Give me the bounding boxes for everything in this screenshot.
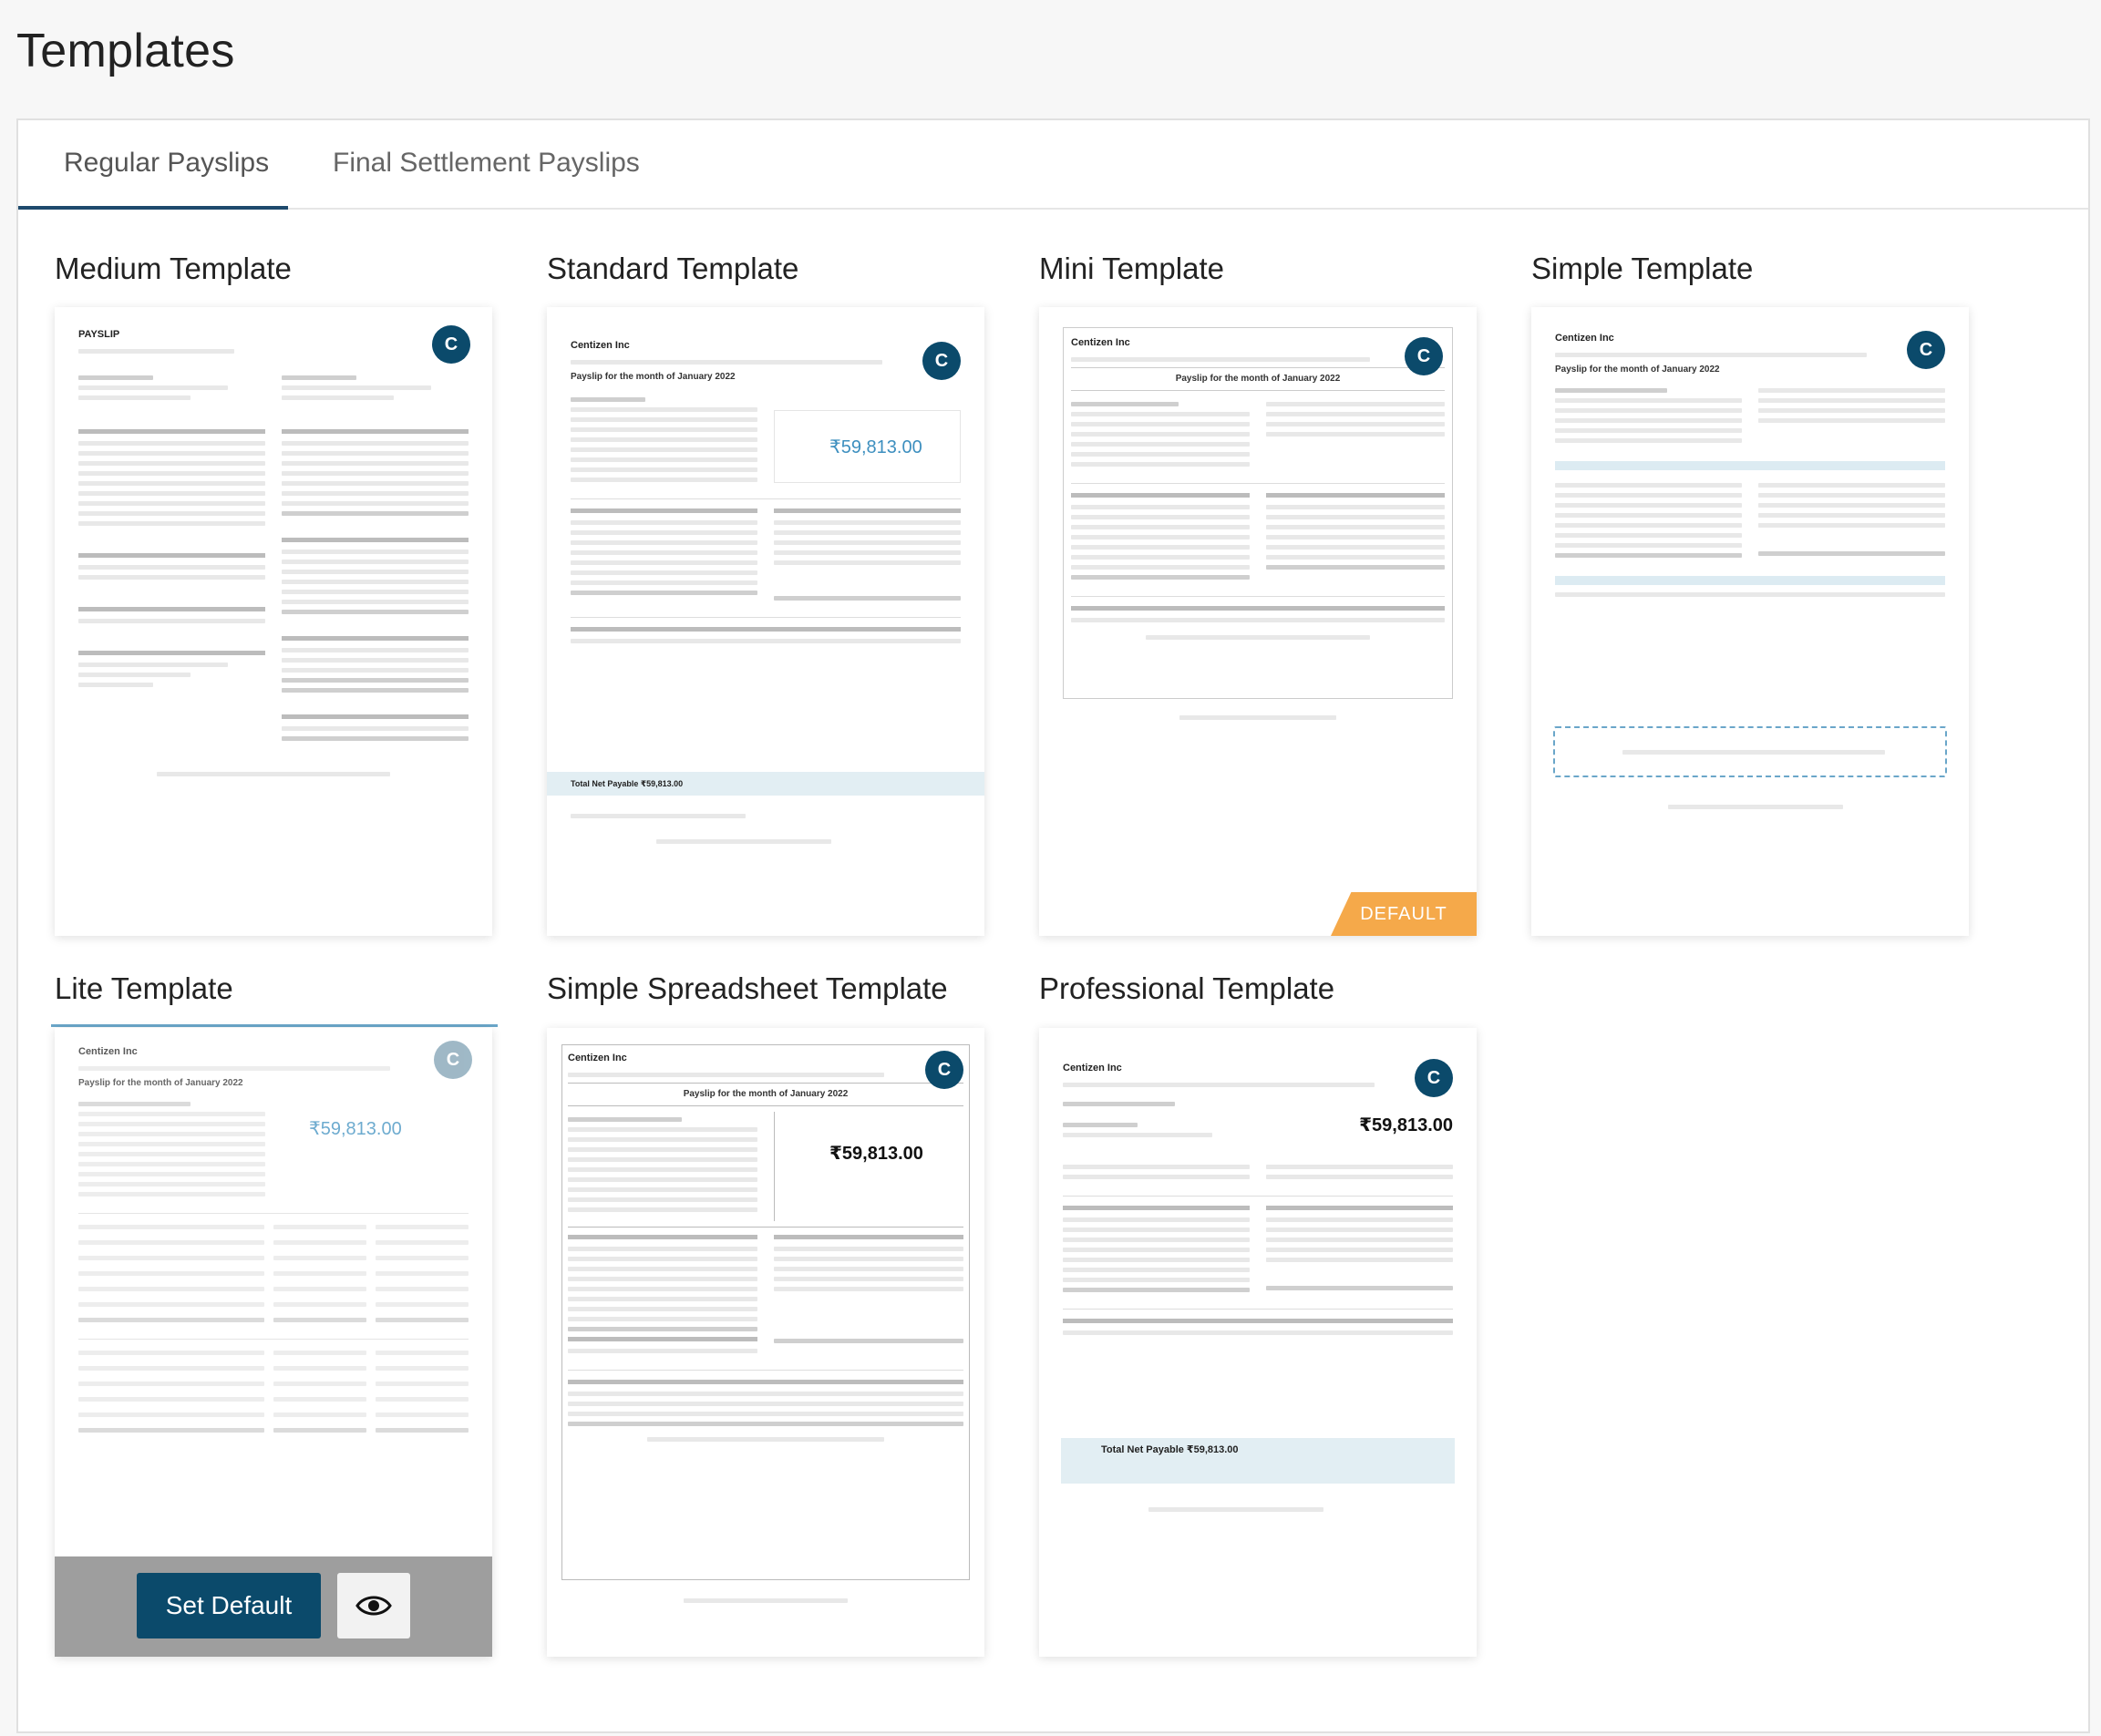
page-title: Templates	[16, 25, 235, 77]
tab-bar: Regular Payslips Final Settlement Paysli…	[18, 120, 2088, 210]
template-title-mini: Mini Template	[1039, 252, 1224, 285]
company-avatar: C	[1907, 331, 1945, 369]
company-avatar: C	[1415, 1059, 1453, 1097]
net-pay-amount: ₹59,813.00	[829, 1143, 923, 1164]
company-avatar: C	[922, 342, 961, 380]
template-title-simple: Simple Template	[1531, 252, 1754, 285]
default-badge: DEFAULT	[1331, 892, 1477, 936]
period-heading: Payslip for the month of January 2022	[1071, 366, 1445, 391]
template-card-standard[interactable]: Centizen Inc C Payslip for the month of …	[547, 307, 984, 936]
template-title-simple-spreadsheet: Simple Spreadsheet Template	[547, 971, 948, 1005]
company-name: Centizen Inc	[78, 1046, 138, 1057]
preview-eye-icon[interactable]	[337, 1573, 410, 1638]
period-heading: Payslip for the month of January 2022	[78, 1077, 243, 1088]
company-avatar: C	[434, 1041, 472, 1079]
template-title-standard: Standard Template	[547, 252, 799, 285]
period-heading: Payslip for the month of January 2022	[571, 371, 736, 382]
company-name: Centizen Inc	[568, 1053, 627, 1063]
template-card-simple[interactable]: Centizen Inc C Payslip for the month of …	[1531, 307, 1969, 936]
net-pay-amount: ₹59,813.00	[829, 437, 922, 457]
total-net-payable: Total Net Payable ₹59,813.00	[1061, 1438, 1455, 1484]
company-name: Centizen Inc	[571, 340, 630, 351]
set-default-button[interactable]: Set Default	[137, 1573, 321, 1638]
lite-hover-accent	[51, 1024, 498, 1027]
company-name: Centizen Inc	[1063, 1063, 1122, 1073]
payslip-label: PAYSLIP	[78, 329, 120, 340]
tab-final-settlement-payslips[interactable]: Final Settlement Payslips	[333, 148, 640, 179]
tab-regular-payslips[interactable]: Regular Payslips	[64, 148, 269, 179]
net-pay-amount: ₹59,813.00	[309, 1118, 402, 1139]
templates-panel: Regular Payslips Final Settlement Paysli…	[16, 118, 2090, 1733]
net-pay-amount: ₹59,813.00	[1359, 1115, 1453, 1135]
template-title-medium: Medium Template	[55, 252, 292, 285]
template-card-professional[interactable]: Centizen Inc C ₹59,813.00 Total Net Paya…	[1039, 1028, 1477, 1657]
company-avatar: C	[1405, 337, 1443, 375]
company-avatar: C	[925, 1051, 963, 1089]
period-heading: Payslip for the month of January 2022	[568, 1082, 963, 1106]
company-name: Centizen Inc	[1071, 337, 1130, 348]
active-tab-indicator	[18, 206, 288, 210]
period-heading: Payslip for the month of January 2022	[1555, 364, 1720, 375]
template-card-medium[interactable]: PAYSLIP C	[55, 307, 492, 936]
template-title-lite: Lite Template	[55, 971, 233, 1005]
template-card-lite[interactable]: Centizen Inc C Payslip for the month of …	[55, 1028, 492, 1657]
template-card-mini[interactable]: Centizen Inc C Payslip for the month of …	[1039, 307, 1477, 936]
company-name: Centizen Inc	[1555, 333, 1614, 344]
company-avatar: C	[432, 325, 470, 364]
template-card-simple-spreadsheet[interactable]: Centizen Inc C Payslip for the month of …	[547, 1028, 984, 1657]
template-title-professional: Professional Template	[1039, 971, 1335, 1005]
total-net-payable: Total Net Payable ₹59,813.00	[547, 772, 984, 796]
